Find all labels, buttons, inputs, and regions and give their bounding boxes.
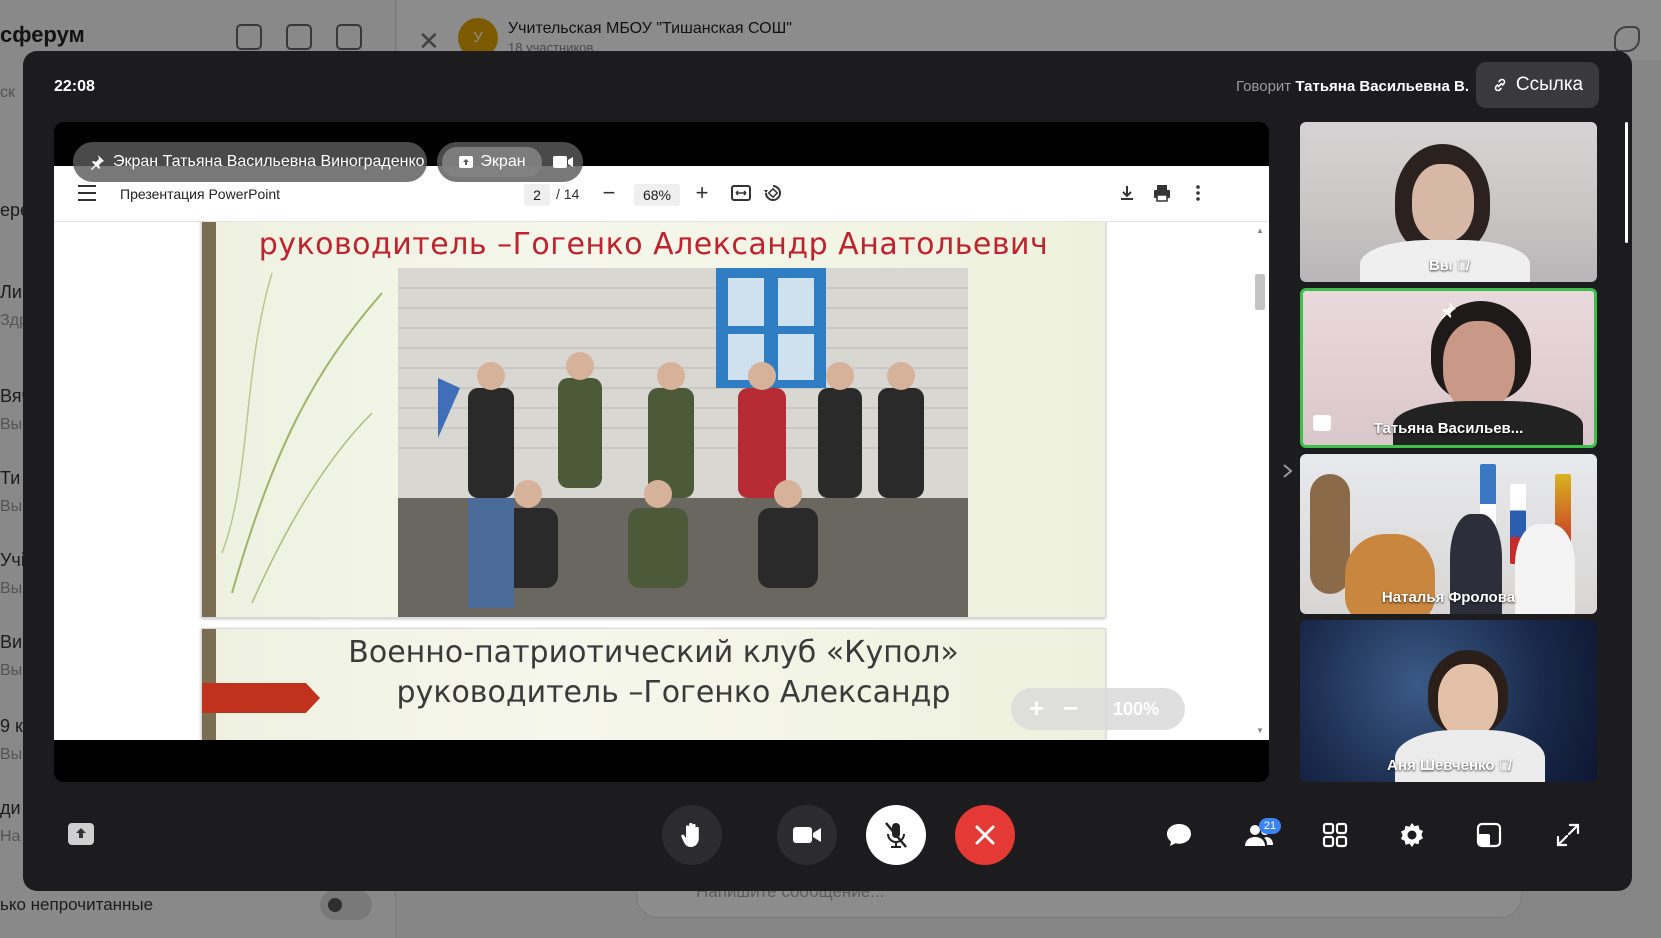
call-window: 22:08 Говорит Татьяна Васильевна В. Ссыл…	[23, 51, 1632, 891]
group-photo	[398, 268, 968, 617]
slide-caption: руководитель –Гогенко Александр Анатолье…	[258, 227, 1049, 262]
download-icon[interactable]	[1116, 182, 1138, 204]
pip-icon	[1476, 822, 1502, 848]
zoom-level-input[interactable]: 68%	[634, 184, 680, 206]
speaker-name: Татьяна Васильевна В.	[1295, 78, 1469, 95]
stage-zoom-value: 100%	[1113, 699, 1160, 719]
participant-face	[1412, 164, 1474, 242]
speaking-prefix: Говорит	[1235, 78, 1292, 95]
participant-tile[interactable]: Вы 🎙̸	[1300, 122, 1597, 282]
picture-in-picture-button[interactable]	[1471, 817, 1507, 853]
mic-muted-icon: 🎙̸	[1456, 257, 1469, 274]
scroll-down-icon[interactable]: ▼	[1256, 726, 1264, 735]
participant-tile[interactable]: Татьяна Васильев...	[1300, 288, 1597, 448]
camera-icon	[793, 827, 821, 843]
link-button-label: Ссылка	[1515, 74, 1584, 95]
call-time: 22:08	[54, 78, 95, 95]
camera-button[interactable]	[777, 805, 837, 865]
screen-owner-pill[interactable]: Экран Татьяна Васильевна Винограденко	[73, 142, 427, 182]
document-title: Презентация PowerPoint	[120, 186, 281, 202]
share-screen-icon	[76, 828, 86, 838]
chat-icon	[1167, 824, 1191, 846]
close-icon	[975, 825, 995, 845]
slide-heading: Военно-патриотический клуб «Купол»	[348, 635, 959, 670]
scroll-thumb[interactable]	[1255, 274, 1265, 310]
hand-icon	[681, 822, 699, 847]
participant-shoulders	[1395, 730, 1545, 782]
scroll-up-icon[interactable]: ▲	[1256, 226, 1264, 235]
gear-icon	[1401, 823, 1423, 847]
more-options-icon[interactable]	[1187, 182, 1209, 204]
settings-button[interactable]	[1394, 817, 1430, 853]
pin-icon	[91, 155, 104, 170]
slide: Военно-патриотический клуб «Купол» руков…	[201, 628, 1106, 740]
pdf-viewer: Презентация PowerPoint 2 / 14 − 68% + ру…	[54, 166, 1269, 740]
mic-off-icon	[885, 822, 907, 848]
page-number-input[interactable]: 2	[524, 184, 550, 206]
fit-page-icon[interactable]	[730, 182, 752, 204]
participant-tile[interactable]: Аня Шевченко 🎙̸	[1300, 620, 1597, 782]
participant-name: Вы 🎙̸	[1428, 257, 1469, 274]
slide: руководитель –Гогенко Александр Анатолье…	[201, 222, 1106, 618]
tab-screen-label: Экран	[480, 153, 526, 170]
participants-count-badge: 21	[1259, 818, 1281, 834]
camera-icon[interactable]	[552, 154, 574, 170]
mic-muted-icon: 🎙̸	[1498, 757, 1510, 774]
tiles-scrollbar[interactable]	[1625, 122, 1628, 243]
stage-zoom-in-button[interactable]: +	[1029, 694, 1044, 722]
screen-owner-label: Экран Татьяна Васильевна Винограденко	[113, 153, 425, 170]
zoom-out-button[interactable]: −	[597, 182, 621, 206]
fullscreen-button[interactable]	[1550, 817, 1586, 853]
participant-name: Татьяна Васильев...	[1373, 420, 1524, 437]
screen-share-stage: Презентация PowerPoint 2 / 14 − 68% + ру…	[54, 122, 1269, 782]
participant-face	[1438, 664, 1498, 738]
grid-icon	[1322, 822, 1348, 848]
chat-button[interactable]	[1161, 817, 1197, 853]
end-call-button[interactable]	[955, 805, 1015, 865]
stage-zoom-control: + − 100%	[1011, 688, 1185, 730]
pin-icon	[1441, 302, 1456, 319]
participant-tile[interactable]: Наталья Фролова	[1300, 454, 1597, 614]
microphone-button[interactable]	[866, 805, 926, 865]
source-switch: Экран	[437, 142, 583, 182]
slide-decoration	[221, 272, 383, 604]
link-icon	[1494, 78, 1506, 92]
chevron-right-icon[interactable]	[1281, 461, 1295, 481]
expand-icon	[1556, 823, 1580, 847]
page-total: / 14	[556, 186, 580, 202]
stage-zoom-out-button[interactable]: −	[1063, 694, 1078, 722]
speaking-indicator: Говорит Татьяна Васильевна В.	[1236, 78, 1469, 95]
layout-grid-button[interactable]	[1317, 817, 1353, 853]
raise-hand-button[interactable]	[662, 805, 722, 865]
background-clock	[1310, 474, 1350, 594]
link-button[interactable]: Ссылка	[1476, 62, 1599, 108]
tab-screen[interactable]: Экран	[442, 147, 542, 177]
share-screen-icon	[459, 156, 474, 168]
menu-icon[interactable]	[78, 185, 96, 201]
share-screen-button[interactable]	[68, 823, 94, 845]
document-area: руководитель –Гогенко Александр Анатолье…	[54, 222, 1269, 740]
document-scrollbar[interactable]: ▲ ▼	[1251, 222, 1269, 740]
participant-name: Аня Шевченко 🎙̸	[1387, 757, 1510, 774]
participant-name: Наталья Фролова	[1381, 589, 1516, 606]
rotate-icon[interactable]	[762, 182, 784, 204]
zoom-in-button[interactable]: +	[690, 182, 714, 206]
print-icon[interactable]	[1151, 182, 1173, 204]
participant-face	[1443, 321, 1515, 411]
slide-subheading: руководитель –Гогенко Александр	[396, 675, 951, 710]
